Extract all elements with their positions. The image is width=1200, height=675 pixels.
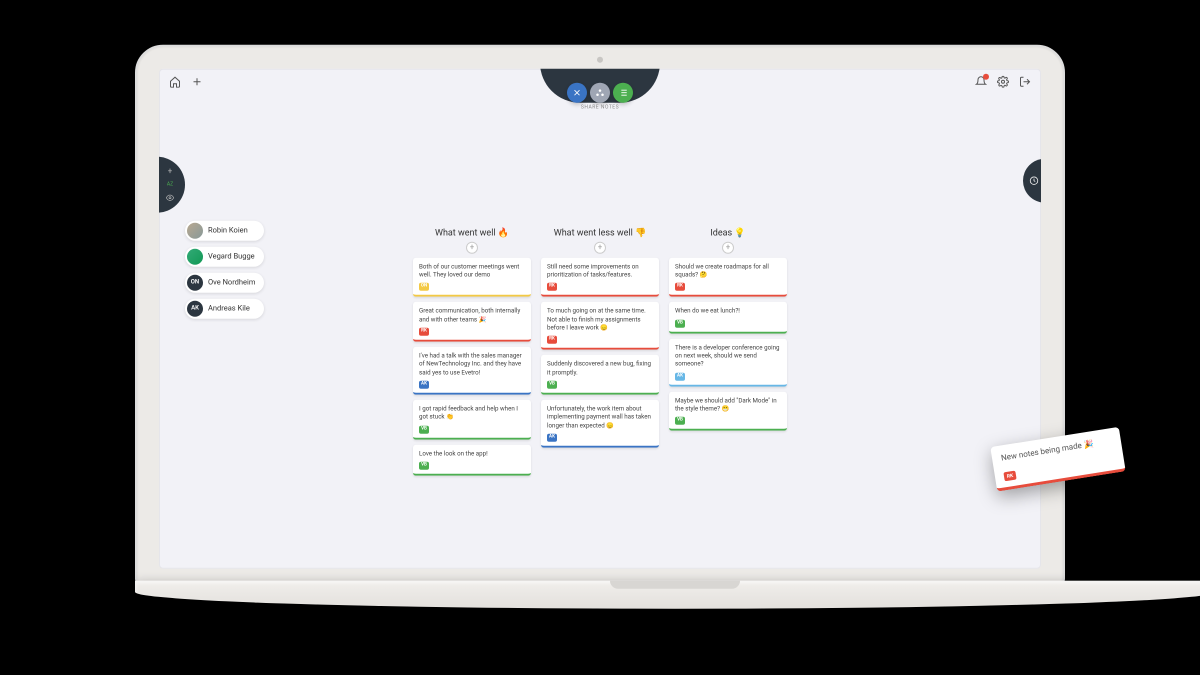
note-card[interactable]: Still need some improvements on prioriti… xyxy=(541,257,659,297)
column-add-button[interactable]: + xyxy=(466,241,478,253)
note-author-badge: VB xyxy=(419,425,429,433)
note-card[interactable]: Great communication, both internally and… xyxy=(413,302,531,342)
note-author-badge: VB xyxy=(547,381,557,389)
note-card[interactable]: Should we create roadmaps for all squads… xyxy=(669,257,787,297)
column-title: Ideas 💡 xyxy=(710,228,745,238)
avatar xyxy=(187,248,203,264)
board: What went well 🔥 + Both of our customer me… xyxy=(413,228,787,476)
participant-name: Robin Koien xyxy=(208,226,248,235)
hump-button-group[interactable] xyxy=(590,82,610,102)
note-card[interactable]: Suddenly discovered a new bug, fixing it… xyxy=(541,355,659,395)
note-text: Unfortunately, the work item about imple… xyxy=(547,405,653,430)
note-author-badge: VB xyxy=(419,462,429,470)
avatar: ON xyxy=(187,274,203,290)
note-text: Suddenly discovered a new bug, fixing it… xyxy=(547,360,653,377)
board-column: Ideas 💡 + Should we create roadmaps for al… xyxy=(669,228,787,476)
avatar xyxy=(187,222,203,238)
note-author-badge: RK xyxy=(419,328,429,336)
plus-icon[interactable]: + xyxy=(166,167,174,175)
participant-name: Ove Nordheim xyxy=(208,278,255,287)
share-notes-label: SHARE NOTES xyxy=(581,104,619,110)
participant-item[interactable]: Robin Koien xyxy=(185,220,264,240)
hump-button-tools[interactable] xyxy=(567,82,587,102)
note-card[interactable]: To much going on at the same time. Not a… xyxy=(541,302,659,350)
top-hump-buttons xyxy=(567,82,633,102)
participant-item[interactable]: Vegard Bugge xyxy=(185,246,264,266)
add-icon[interactable] xyxy=(191,76,203,91)
participant-name: Vegard Bugge xyxy=(208,252,255,261)
note-card[interactable]: I got rapid feedback and help when I got… xyxy=(413,400,531,440)
note-card[interactable]: Unfortunately, the work item about imple… xyxy=(541,400,659,448)
note-author-badge: AK xyxy=(675,372,685,380)
note-text: I got rapid feedback and help when I got… xyxy=(419,405,525,422)
column-header: Ideas 💡 + xyxy=(669,228,787,253)
az-sort-icon[interactable]: AZ xyxy=(166,180,174,188)
note-text: Great communication, both internally and… xyxy=(419,307,525,324)
note-author-badge: AK xyxy=(419,381,429,389)
participant-item[interactable]: ON Ove Nordheim xyxy=(185,272,264,292)
note-author-badge: AK xyxy=(547,434,557,442)
note-author-badge: VB xyxy=(675,319,685,327)
note-card[interactable]: Maybe we should add "Dark Mode" in the s… xyxy=(669,391,787,431)
settings-icon[interactable] xyxy=(997,76,1009,91)
note-text: Both of our customer meetings went well.… xyxy=(419,262,525,279)
left-side-panel[interactable]: + AZ xyxy=(159,156,185,212)
column-add-button[interactable]: + xyxy=(722,241,734,253)
column-add-button[interactable]: + xyxy=(594,241,606,253)
camera-dot xyxy=(597,56,603,62)
note-text: I've had a talk with the sales manager o… xyxy=(419,352,525,377)
laptop-notch xyxy=(610,580,740,588)
note-text: Maybe we should add "Dark Mode" in the s… xyxy=(675,396,781,413)
laptop-frame: SHARE NOTES + AZ Robin Koien Vegard Bugge… xyxy=(135,44,1065,584)
note-text: Love the look on the app! xyxy=(419,449,525,457)
note-author-badge: RK xyxy=(675,283,685,291)
note-author-badge: RK xyxy=(547,336,557,344)
note-text: There is a developer conference going on… xyxy=(675,343,781,368)
note-card[interactable]: Both of our customer meetings went well.… xyxy=(413,257,531,297)
floating-note-avatar: RK xyxy=(1003,470,1016,481)
note-author-badge: VB xyxy=(675,417,685,425)
column-header: What went less well 👎 + xyxy=(541,228,659,253)
note-card[interactable]: Love the look on the app! VB xyxy=(413,444,531,475)
laptop-base xyxy=(135,580,1200,608)
note-text: To much going on at the same time. Not a… xyxy=(547,307,653,332)
eye-icon[interactable] xyxy=(166,193,174,201)
avatar: AK xyxy=(187,300,203,316)
notification-badge xyxy=(983,74,989,80)
board-column: What went well 🔥 + Both of our customer me… xyxy=(413,228,531,476)
note-text: Should we create roadmaps for all squads… xyxy=(675,262,781,279)
column-header: What went well 🔥 + xyxy=(413,228,531,253)
note-card[interactable]: There is a developer conference going on… xyxy=(669,338,787,386)
participants-list: Robin KoienVegard BuggeONOve NordheimAKA… xyxy=(185,220,264,318)
notifications-icon[interactable] xyxy=(975,76,987,91)
home-icon[interactable] xyxy=(169,76,181,91)
note-text: Still need some improvements on prioriti… xyxy=(547,262,653,279)
column-title: What went less well 👎 xyxy=(554,228,647,238)
note-author-badge: ON xyxy=(419,283,429,291)
hump-button-list[interactable] xyxy=(613,82,633,102)
column-title: What went well 🔥 xyxy=(435,228,509,238)
right-side-panel[interactable] xyxy=(1023,158,1041,202)
note-text: When do we eat lunch?! xyxy=(675,307,781,315)
exit-icon[interactable] xyxy=(1019,76,1031,91)
participant-name: Andreas Kile xyxy=(208,304,250,313)
note-author-badge: RK xyxy=(547,283,557,291)
participant-item[interactable]: AK Andreas Kile xyxy=(185,298,264,318)
note-card[interactable]: When do we eat lunch?! VB xyxy=(669,302,787,333)
board-column: What went less well 👎 + Still need some im… xyxy=(541,228,659,476)
app-screen: SHARE NOTES + AZ Robin Koien Vegard Bugge… xyxy=(159,68,1041,568)
note-card[interactable]: I've had a talk with the sales manager o… xyxy=(413,347,531,395)
